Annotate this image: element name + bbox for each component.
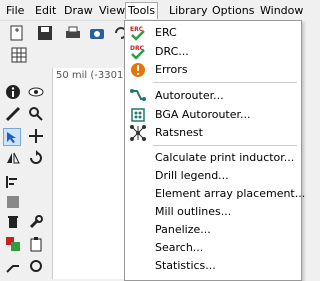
paste-icon[interactable] xyxy=(28,236,44,252)
menu-item-mill-outlines[interactable]: Mill outlines... xyxy=(155,204,231,220)
board-canvas[interactable] xyxy=(52,68,133,279)
menu-file[interactable]: File xyxy=(3,3,27,19)
grid-icon[interactable] xyxy=(10,46,28,64)
menu-item-errors[interactable]: Errors xyxy=(155,62,188,78)
menu-item-search[interactable]: Search... xyxy=(155,240,203,256)
layer-color-icon[interactable] xyxy=(5,236,21,252)
select-tool-icon[interactable] xyxy=(3,128,21,146)
menu-edit[interactable]: Edit xyxy=(32,3,59,19)
info-icon[interactable] xyxy=(5,84,21,100)
menu-options[interactable]: Options xyxy=(209,3,257,19)
rotate-icon[interactable] xyxy=(28,150,44,166)
menu-item-drill-legend[interactable]: Drill legend... xyxy=(155,168,229,184)
menu-item-bga-autorouter[interactable]: BGA Autorouter... xyxy=(155,107,251,123)
menu-separator xyxy=(153,82,297,83)
menu-item-ratsnest[interactable]: Ratsnest xyxy=(155,125,203,141)
menu-item-element-array-placement[interactable]: Element array placement... xyxy=(155,186,305,202)
menu-item-calculate-print-inductor[interactable]: Calculate print inductor... xyxy=(155,150,294,166)
left-tool-palette xyxy=(0,78,50,279)
menu-view[interactable]: View xyxy=(96,3,128,19)
align-icon[interactable] xyxy=(5,174,21,190)
menu-bar: File Edit Draw View Tools Library Option… xyxy=(0,0,303,20)
menu-item-drc[interactable]: DRC... xyxy=(155,44,189,60)
move-icon[interactable] xyxy=(28,128,44,144)
erc-icon: ERC xyxy=(129,24,147,42)
tools-menu: ERC ERC DRC DRC... Errors Autorouter... … xyxy=(124,20,305,281)
menu-item-autorouter[interactable]: Autorouter... xyxy=(155,88,224,104)
new-icon[interactable] xyxy=(8,24,26,42)
errors-icon xyxy=(129,61,147,79)
delete-icon[interactable] xyxy=(5,214,21,230)
camera-icon[interactable] xyxy=(88,24,106,42)
route-icon[interactable] xyxy=(5,258,21,274)
drc-icon: DRC xyxy=(129,43,147,61)
menu-separator xyxy=(153,145,297,146)
autorouter-icon xyxy=(129,87,147,105)
menu-tools[interactable]: Tools xyxy=(125,2,159,19)
menu-item-statistics[interactable]: Statistics... xyxy=(155,258,216,274)
mirror-icon[interactable] xyxy=(5,150,21,166)
menu-draw[interactable]: Draw xyxy=(61,3,96,19)
wrench-icon[interactable] xyxy=(28,214,44,230)
menu-window[interactable]: Window xyxy=(257,3,306,19)
via-icon[interactable] xyxy=(28,258,44,274)
print-icon[interactable] xyxy=(64,24,82,42)
bga-autorouter-icon xyxy=(129,106,147,124)
menu-library[interactable]: Library xyxy=(166,3,210,19)
ratsnest-icon xyxy=(129,124,147,142)
menu-item-panelize[interactable]: Panelize... xyxy=(155,222,211,238)
group-icon[interactable] xyxy=(5,194,21,210)
ruler-icon[interactable] xyxy=(5,106,21,122)
search-icon[interactable] xyxy=(28,106,44,122)
secondary-toolbar xyxy=(0,44,60,68)
menu-item-erc[interactable]: ERC xyxy=(155,25,177,41)
eye-icon[interactable] xyxy=(28,84,44,100)
save-icon[interactable] xyxy=(36,24,54,42)
